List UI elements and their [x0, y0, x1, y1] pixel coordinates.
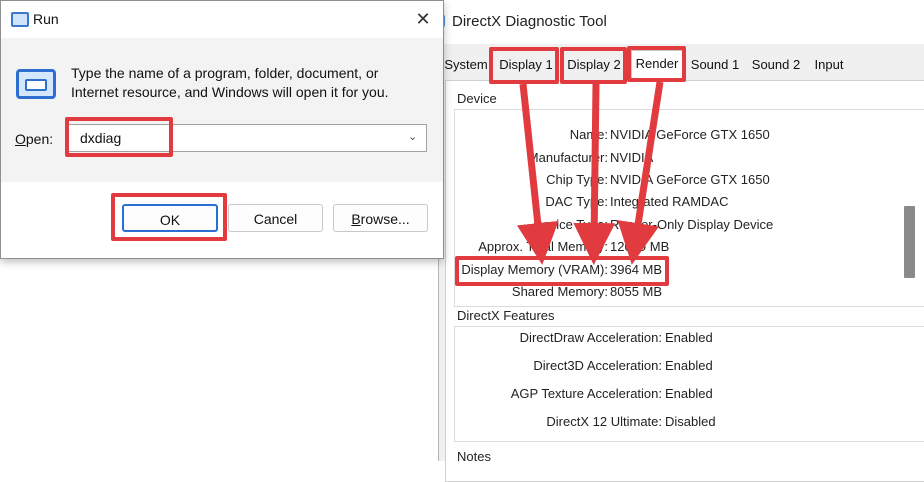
browse-label: rowse...: [360, 211, 410, 227]
tab-render[interactable]: Render: [631, 50, 683, 80]
dxdiag-tab-strip: System Display 1 Display 2 Render Sound …: [439, 50, 924, 80]
tab-display-1[interactable]: Display 1: [497, 52, 555, 78]
run-app-icon: [11, 12, 29, 27]
tab-system[interactable]: System: [443, 52, 489, 78]
run-description: Type the name of a program, folder, docu…: [71, 65, 389, 100]
manufacturer-value: NVIDIA: [610, 150, 654, 165]
ok-button[interactable]: OK: [122, 204, 218, 232]
device-type-label: Device Type:: [533, 217, 608, 232]
device-name-value: NVIDIA GeForce GTX 1650: [610, 127, 770, 142]
chevron-down-icon[interactable]: ⌄: [408, 130, 417, 143]
dx12-ultimate-label: DirectX 12 Ultimate:: [546, 414, 662, 429]
run-program-icon-window: [25, 79, 47, 91]
run-program-icon: [16, 69, 56, 99]
direct3d-value: Enabled: [665, 358, 713, 373]
open-combobox[interactable]: dxdiag ⌄: [65, 124, 427, 152]
open-input[interactable]: dxdiag: [80, 130, 121, 146]
device-group-label: Device: [457, 91, 497, 106]
dxdiag-title: DirectX Diagnostic Tool: [452, 13, 607, 30]
vram-value: 3964 MB: [610, 262, 663, 277]
vram-label: Display Memory (VRAM):: [461, 262, 608, 277]
directdraw-value: Enabled: [665, 330, 713, 345]
tab-sound-1[interactable]: Sound 1: [689, 52, 741, 78]
device-scrollbar-thumb[interactable]: [904, 206, 915, 278]
manufacturer-label: Manufacturer:: [527, 150, 608, 165]
chip-type-label: Chip Type:: [546, 172, 608, 187]
render-tab-panel: Device Name: NVIDIA GeForce GTX 1650 Man…: [445, 80, 924, 482]
agp-label: AGP Texture Acceleration:: [510, 386, 662, 401]
close-icon[interactable]: ✕: [411, 7, 435, 31]
cancel-button[interactable]: Cancel: [228, 204, 323, 232]
open-label-accesskey: O: [15, 131, 26, 147]
total-memory-value: 12019 MB: [610, 239, 670, 254]
tab-input[interactable]: Input: [811, 52, 847, 78]
dac-type-value: Integrated RAMDAC: [610, 194, 729, 209]
shared-memory-value: 8055 MB: [610, 284, 663, 299]
shared-memory-label: Shared Memory:: [511, 284, 608, 299]
open-label: Open:: [15, 131, 53, 147]
device-type-value: Render-Only Display Device: [610, 217, 774, 232]
directx-features-label: DirectX Features: [457, 308, 555, 323]
device-name-label: Name:: [569, 127, 608, 142]
open-label-text: pen:: [25, 131, 54, 147]
dxdiag-window: DirectX Diagnostic Tool System Display 1…: [435, 0, 924, 482]
browse-accesskey: B: [351, 211, 361, 227]
tab-display-2[interactable]: Display 2: [565, 52, 623, 78]
run-title: Run: [33, 11, 59, 27]
browse-button[interactable]: Browse...: [333, 204, 428, 232]
agp-value: Enabled: [665, 386, 713, 401]
run-body: [1, 38, 443, 182]
directdraw-label: DirectDraw Acceleration:: [519, 330, 662, 345]
tab-sound-2[interactable]: Sound 2: [749, 52, 803, 78]
dxdiag-titlebar: DirectX Diagnostic Tool: [435, 0, 924, 44]
run-dialog: Run ✕ Type the name of a program, folder…: [0, 0, 444, 259]
dac-type-label: DAC Type:: [545, 194, 608, 209]
chip-type-value: NVIDIA GeForce GTX 1650: [610, 172, 770, 187]
total-memory-label: Approx. Total Memory:: [478, 239, 608, 254]
notes-label: Notes: [457, 449, 491, 464]
direct3d-label: Direct3D Acceleration:: [533, 358, 662, 373]
dx12-ultimate-value: Disabled: [665, 414, 716, 429]
